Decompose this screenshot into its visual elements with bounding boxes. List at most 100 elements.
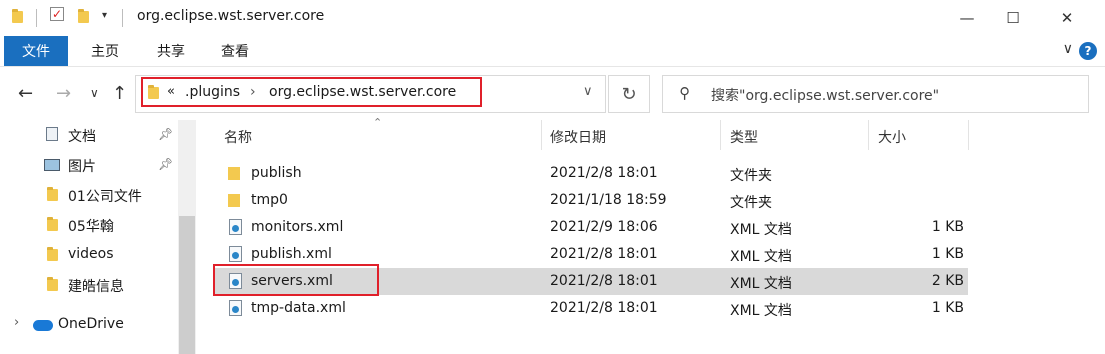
folder-icon [12, 8, 28, 24]
file-size: 2 KB [931, 273, 964, 289]
navigation-pane: 文档 📌︎ 图片 📌︎ 01公司文件 05华翰 videos 建皓信息 › On… [0, 120, 198, 354]
column-header-size[interactable]: 大小 [878, 127, 906, 147]
tab-view[interactable]: 查看 [210, 36, 260, 66]
minimize-button[interactable]: — [944, 0, 990, 36]
file-type: 文件夹 [730, 168, 772, 184]
document-icon [46, 127, 58, 141]
file-type: 文件夹 [730, 195, 772, 211]
file-list: ⌃ 名称 修改日期 类型 大小 publish 2021/2/8 18:01 文… [198, 116, 1105, 354]
file-name: publish.xml [251, 246, 332, 262]
folder-icon [47, 247, 58, 261]
search-input[interactable]: 搜索"org.eclipse.wst.server.core" [711, 85, 939, 105]
sidebar-scrollbar-thumb[interactable] [179, 216, 195, 354]
tab-file[interactable]: 文件 [4, 36, 68, 66]
divider [122, 9, 123, 27]
up-arrow-icon[interactable]: ↑ [112, 83, 127, 104]
sidebar-item-label: 05华翰 [68, 219, 114, 235]
recent-locations-icon[interactable]: ∨ [90, 86, 99, 100]
back-arrow-icon[interactable]: ← [18, 83, 33, 104]
file-name: monitors.xml [251, 219, 344, 235]
sort-ascending-icon: ⌃ [373, 116, 383, 129]
onedrive-icon [33, 320, 53, 331]
sidebar-item-label: videos [68, 246, 114, 262]
sidebar-item-label: 文档 [68, 129, 96, 145]
file-modified: 2021/2/8 18:01 [550, 246, 658, 262]
sidebar-item-company-files[interactable]: 01公司文件 [0, 180, 178, 210]
breadcrumb-plugins[interactable]: .plugins [185, 84, 240, 100]
sidebar-item-huahan[interactable]: 05华翰 [0, 210, 178, 240]
properties-icon[interactable]: ✓ [50, 7, 64, 21]
maximize-button[interactable]: ☐ [990, 0, 1036, 36]
navigation-bar: ← → ∨ ↑ « .plugins › org.eclipse.wst.ser… [0, 66, 1105, 121]
breadcrumb-overflow[interactable]: « [167, 84, 175, 99]
column-header-name[interactable]: 名称 [224, 127, 252, 147]
pin-icon: 📌︎ [158, 157, 174, 171]
file-size: 1 KB [931, 219, 964, 235]
file-row[interactable]: tmp0 2021/1/18 18:59 文件夹 [214, 187, 968, 214]
xml-file-icon [229, 246, 242, 262]
sidebar-item-videos[interactable]: videos [0, 240, 178, 270]
column-headers: ⌃ 名称 修改日期 类型 大小 [198, 116, 1105, 150]
file-modified: 2021/2/9 18:06 [550, 219, 658, 235]
refresh-button[interactable]: ↻ [608, 75, 650, 113]
expand-chevron-icon[interactable]: › [14, 315, 19, 330]
column-divider[interactable] [868, 120, 869, 150]
pin-icon: 📌︎ [158, 127, 174, 141]
picture-icon [44, 159, 60, 171]
sidebar-item-onedrive[interactable]: › OneDrive [0, 310, 178, 340]
search-box[interactable]: ⚲ 搜索"org.eclipse.wst.server.core" [662, 75, 1089, 113]
file-name: tmp-data.xml [251, 300, 346, 316]
customize-toolbar-icon[interactable]: ▾ [102, 10, 118, 26]
column-divider[interactable] [541, 120, 542, 150]
file-type: XML 文档 [730, 249, 792, 265]
sidebar-item-label: 01公司文件 [68, 189, 142, 205]
folder-icon [228, 194, 240, 207]
close-button[interactable]: ✕ [1044, 0, 1090, 36]
sidebar-item-pictures[interactable]: 图片 📌︎ [0, 150, 178, 180]
tab-home[interactable]: 主页 [80, 36, 130, 66]
folder-icon [148, 85, 159, 99]
file-size: 1 KB [931, 246, 964, 262]
expand-ribbon-icon[interactable]: ∨ [1063, 41, 1073, 57]
breadcrumb-chevron-icon[interactable]: › [250, 84, 256, 100]
xml-file-icon [229, 219, 242, 235]
file-modified: 2021/2/8 18:01 [550, 273, 658, 289]
new-folder-icon[interactable] [78, 8, 94, 24]
file-row[interactable]: monitors.xml 2021/2/9 18:06 XML 文档 1 KB [214, 214, 968, 241]
file-size: 1 KB [931, 300, 964, 316]
file-modified: 2021/1/18 18:59 [550, 192, 667, 208]
sidebar-item-label: 建皓信息 [68, 279, 124, 295]
folder-icon [47, 277, 58, 291]
help-icon[interactable]: ? [1079, 42, 1097, 60]
ribbon-tabs: 文件 主页 共享 查看 ∨ ? [0, 36, 1105, 66]
file-type: XML 文档 [730, 303, 792, 319]
search-icon: ⚲ [679, 84, 690, 102]
sidebar-item-documents[interactable]: 文档 📌︎ [0, 120, 178, 150]
file-modified: 2021/2/8 18:01 [550, 300, 658, 316]
xml-file-icon [229, 300, 242, 316]
folder-icon [228, 167, 240, 180]
refresh-icon: ↻ [621, 83, 637, 105]
breadcrumb-current[interactable]: org.eclipse.wst.server.core [269, 84, 456, 100]
sidebar-item-label: OneDrive [58, 316, 124, 332]
title-bar: ✓ ▾ org.eclipse.wst.server.core — ☐ ✕ [0, 0, 1105, 36]
tab-share[interactable]: 共享 [146, 36, 196, 66]
column-header-type[interactable]: 类型 [730, 127, 758, 147]
file-row[interactable]: publish 2021/2/8 18:01 文件夹 [214, 160, 968, 187]
window-title: org.eclipse.wst.server.core [137, 8, 325, 24]
column-divider[interactable] [968, 120, 969, 150]
sidebar-item-label: 图片 [68, 159, 96, 175]
file-name: tmp0 [251, 192, 288, 208]
column-header-modified[interactable]: 修改日期 [550, 127, 606, 147]
column-divider[interactable] [720, 120, 721, 150]
file-name: publish [251, 165, 302, 181]
sidebar-item-jianhao[interactable]: 建皓信息 [0, 270, 178, 300]
folder-icon [47, 187, 58, 201]
folder-icon [47, 217, 58, 231]
file-type: XML 文档 [730, 276, 792, 292]
address-dropdown-icon[interactable]: ∨ [583, 84, 593, 99]
forward-arrow-icon[interactable]: → [56, 83, 71, 104]
divider [36, 9, 37, 27]
file-row[interactable]: tmp-data.xml 2021/2/8 18:01 XML 文档 1 KB [214, 295, 968, 322]
file-type: XML 文档 [730, 222, 792, 238]
